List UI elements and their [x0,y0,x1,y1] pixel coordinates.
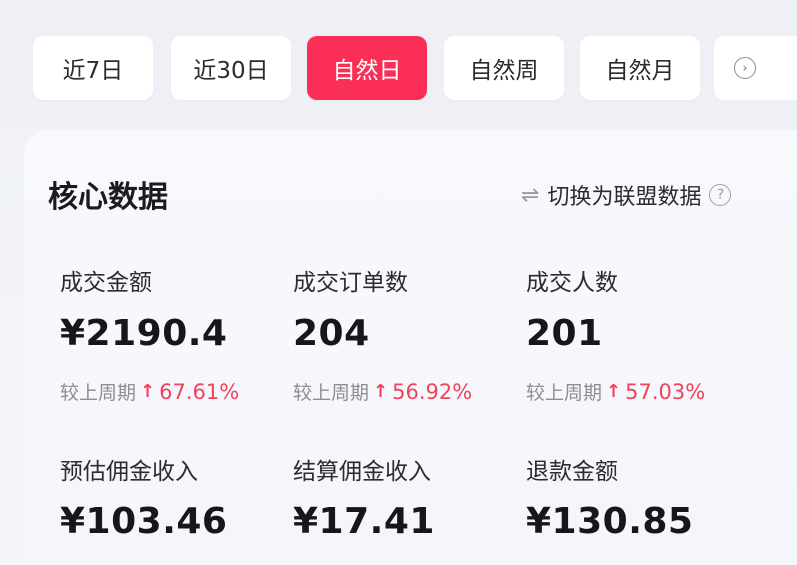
metric-label: 退款金额 [526,459,618,485]
tab-natural-week[interactable]: 自然周 [444,36,564,100]
metric-value: ¥2190.4 [60,313,228,354]
metric-value: 204 [293,313,370,354]
metric-value: ¥103.46 [60,501,228,542]
trend-up-arrow-icon: ↑ [140,381,156,402]
metric-value: ¥17.41 [293,501,435,542]
compare-value: 56.92% [392,379,473,404]
tab-label: 自然周 [469,58,539,84]
tab-natural-month[interactable]: 自然月 [580,36,700,100]
compare-value: 57.03% [625,379,706,404]
metric-compare: 较上周期 ↑ 57.03% [526,378,705,405]
more-tabs-button[interactable]: › [714,36,797,100]
section-title: 核心数据 [48,180,168,215]
metric-compare: 较上周期 ↑ 56.92% [293,378,472,405]
tab-last-30-days[interactable]: 近30日 [171,36,291,100]
metric-estimated-commission[interactable]: 预估佣金收入 [60,452,198,486]
metric-refund-amount[interactable]: 退款金额 [526,452,618,486]
metric-settled-commission[interactable]: 结算佣金收入 [293,452,431,486]
metric-label: 成交人数 [526,270,618,296]
trend-up-arrow-icon: ↑ [606,381,622,402]
tab-last-7-days[interactable]: 近7日 [33,36,153,100]
switch-label: 切换为联盟数据 [547,185,702,210]
metric-label: 结算佣金收入 [293,459,431,485]
metric-value: 201 [526,313,603,354]
metric-label: 成交金额 [60,270,152,296]
trend-up-arrow-icon: ↑ [373,381,389,402]
tab-label: 自然月 [605,58,675,84]
metric-gmv[interactable]: 成交金额 [60,263,152,297]
metric-value: ¥130.85 [526,501,694,542]
metric-compare: 较上周期 ↑ 67.61% [60,378,239,405]
tab-label: 自然日 [332,58,402,84]
swap-arrows-icon: ⇌ [521,182,540,208]
tab-natural-day[interactable]: 自然日 [307,36,427,100]
metric-orders[interactable]: 成交订单数 [293,263,408,297]
compare-value: 67.61% [159,379,240,404]
period-tabbar: 近7日 近30日 自然日 自然周 自然月 › [0,0,797,125]
tab-label: 近30日 [193,58,269,84]
compare-label: 较上周期 [526,382,603,404]
tab-label: 近7日 [62,58,124,84]
metric-label: 成交订单数 [293,270,408,296]
compare-label: 较上周期 [60,382,137,404]
switch-to-alliance-data-button[interactable]: ⇌ 切换为联盟数据 ? [521,180,732,210]
metric-buyers[interactable]: 成交人数 [526,263,618,297]
chevron-right-circle-icon: › [734,57,756,79]
question-circle-icon[interactable]: ? [709,184,732,206]
compare-label: 较上周期 [293,382,370,404]
metric-label: 预估佣金收入 [60,459,198,485]
